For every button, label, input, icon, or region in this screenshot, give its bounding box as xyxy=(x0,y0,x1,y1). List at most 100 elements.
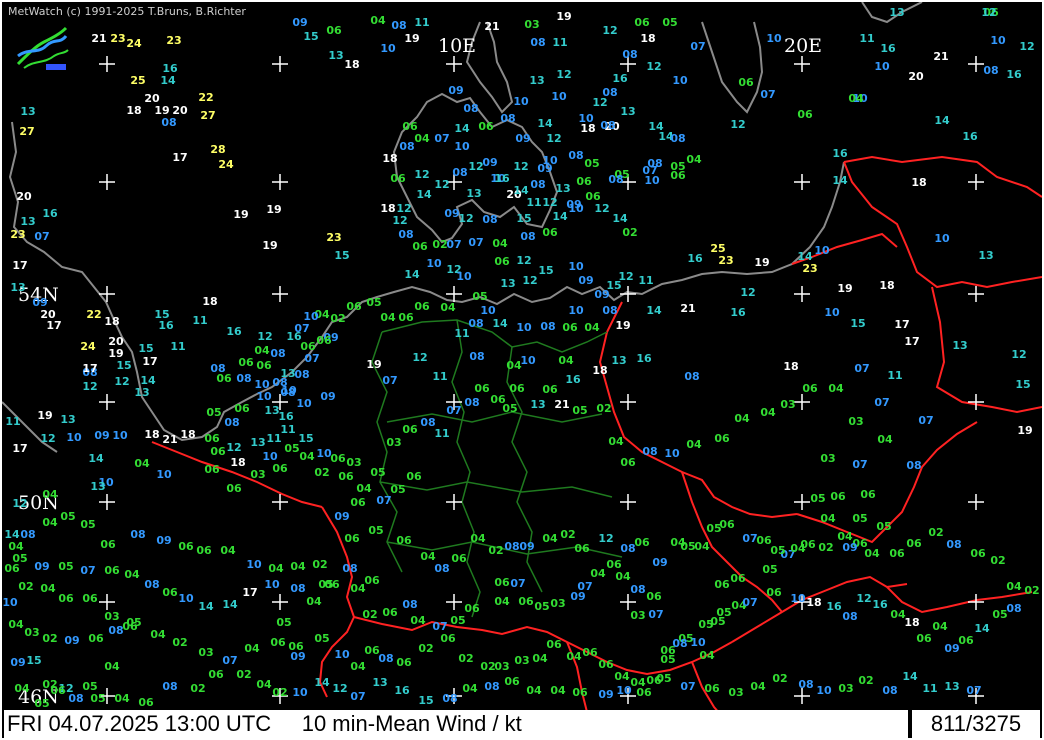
station-value: 12 xyxy=(598,532,613,545)
station-value: 04 xyxy=(590,567,606,580)
grid-cross xyxy=(99,56,115,72)
station-value: 10 xyxy=(578,112,594,125)
station-value: 10 xyxy=(296,397,312,410)
station-value: 15 xyxy=(538,264,553,277)
station-value: 11 xyxy=(552,36,567,49)
grid-cross xyxy=(794,174,810,190)
station-value: 10 xyxy=(664,447,680,460)
station-value: 02 xyxy=(312,558,327,571)
station-value: 17 xyxy=(894,318,909,331)
station-value: 17 xyxy=(142,355,157,368)
station-value: 10 xyxy=(178,592,194,605)
station-value: 19 xyxy=(262,239,277,252)
station-value: 07 xyxy=(510,577,525,590)
station-value: 10 xyxy=(990,34,1006,47)
station-value: 12 xyxy=(981,6,996,19)
station-value: 07 xyxy=(468,236,483,249)
station-value: 04 xyxy=(790,542,806,555)
station-value: 02 xyxy=(314,466,329,479)
station-value: 06 xyxy=(542,226,558,239)
station-value: 10 xyxy=(254,378,270,391)
station-value: 10 xyxy=(256,390,272,403)
station-value: 18 xyxy=(640,32,655,45)
station-value: 09 xyxy=(944,642,959,655)
station-value: 06 xyxy=(582,646,598,659)
station-value: 15 xyxy=(116,359,131,372)
station-value: 09 xyxy=(842,541,857,554)
station-value: 04 xyxy=(864,547,880,560)
station-value: 10 xyxy=(568,260,584,273)
station-value: 09 xyxy=(594,288,609,301)
station-value: 08 xyxy=(946,538,961,551)
station-value: 15 xyxy=(1015,378,1030,391)
station-value: 09 xyxy=(448,84,463,97)
station-value: 12 xyxy=(12,497,27,510)
station-value: 13 xyxy=(944,680,959,693)
station-value: 12 xyxy=(392,214,407,227)
station-value: 06 xyxy=(100,538,116,551)
station-value: 06 xyxy=(958,634,974,647)
footer-bar: FRI 04.07.2025 13:00 UTC 10 min-Mean Win… xyxy=(0,708,1044,740)
station-value: 06 xyxy=(210,445,226,458)
station-value: 07 xyxy=(874,396,889,409)
station-value: 16 xyxy=(872,598,888,611)
station-value: 04 xyxy=(134,457,150,470)
station-value: 14 xyxy=(416,188,432,201)
station-value: 04 xyxy=(526,684,542,697)
station-value: 06 xyxy=(364,644,380,657)
station-value: 05 xyxy=(876,520,891,533)
station-value: 18 xyxy=(382,152,397,165)
station-value: 05 xyxy=(314,632,329,645)
station-value: 04 xyxy=(760,406,776,419)
station-value: 05 xyxy=(90,692,105,705)
grid-cross xyxy=(620,286,636,302)
station-value: 06 xyxy=(636,686,652,699)
station-value: 21 xyxy=(91,32,106,45)
station-value: 08 xyxy=(144,578,159,591)
station-value: 19 xyxy=(1017,424,1032,437)
station-value: 06 xyxy=(646,590,662,603)
station-value: 14 xyxy=(974,622,990,635)
station-value: 06 xyxy=(402,423,418,436)
station-value: 06 xyxy=(316,334,332,347)
station-value: 12 xyxy=(556,68,571,81)
station-value: 09 xyxy=(10,656,25,669)
station-value: 08 xyxy=(434,562,449,575)
station-value: 10 xyxy=(426,257,442,270)
station-value: 12 xyxy=(542,196,557,209)
station-value: 14 xyxy=(404,268,420,281)
station-value: 25 xyxy=(130,74,145,87)
station-value: 04 xyxy=(114,692,130,705)
station-value: 13 xyxy=(978,249,993,262)
station-value: 10 xyxy=(551,90,567,103)
station-value: 07 xyxy=(742,596,757,609)
station-value: 11 xyxy=(434,427,449,440)
station-value: 04 xyxy=(440,301,456,314)
grid-cross xyxy=(968,174,984,190)
station-value: 09 xyxy=(519,540,534,553)
station-value: 06 xyxy=(572,686,588,699)
station-value: 04 xyxy=(550,684,566,697)
station-value: 07 xyxy=(852,458,867,471)
station-value: 04 xyxy=(584,321,600,334)
station-value: 02 xyxy=(330,312,345,325)
station-value: 11 xyxy=(454,327,469,340)
station-value: 02 xyxy=(488,544,503,557)
station-value: 16 xyxy=(494,172,510,185)
station-value: 02 xyxy=(480,660,495,673)
station-value: 06 xyxy=(802,382,818,395)
station-value: 04 xyxy=(686,153,702,166)
grid-cross xyxy=(446,56,462,72)
station-value: 10 xyxy=(568,202,584,215)
station-value: 05 xyxy=(276,616,291,629)
station-value: 08 xyxy=(272,376,287,389)
station-value: 10 xyxy=(934,232,950,245)
station-value: 12 xyxy=(646,60,661,73)
station-value: 02 xyxy=(18,580,33,593)
station-value: 10 xyxy=(380,42,396,55)
station-value: 18 xyxy=(144,428,159,441)
station-value: 02 xyxy=(190,682,205,695)
station-value: 12 xyxy=(332,682,347,695)
station-value: 02 xyxy=(432,238,447,251)
station-value: 24 xyxy=(218,158,234,171)
